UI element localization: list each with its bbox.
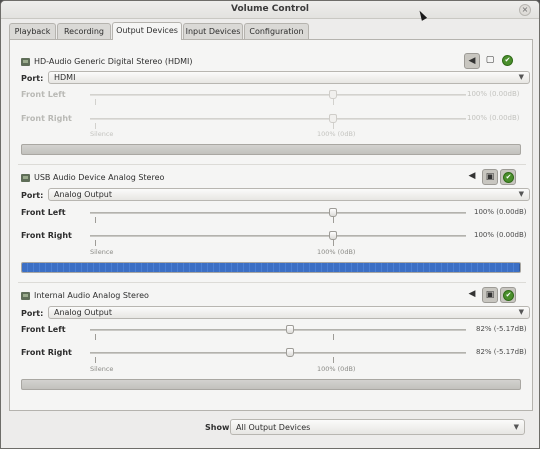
check-icon: ✔ [503,290,514,301]
audio-card-icon [21,174,30,182]
channel-value-front-right: 100% (0.00dB) [474,231,527,239]
device-divider [18,282,526,283]
channel-value-front-left: 82% (-5.17dB) [476,325,527,333]
device-name: HD-Audio Generic Digital Stereo (HDMI) [34,57,193,66]
check-icon: ✔ [502,55,513,66]
chevron-down-icon: ▼ [513,423,519,431]
mark-silence: Silence [90,365,114,373]
mark-normal: 100% (0dB) [317,130,356,138]
peak-meter [21,262,521,273]
lock-channels-button[interactable]: ▣ [482,169,498,185]
volume-slider-front-right[interactable] [90,118,466,120]
audio-card-icon [21,58,30,66]
set-default-button[interactable]: ✔ [500,53,516,69]
port-label: Port: [21,74,44,83]
check-icon: ✔ [503,172,514,183]
volume-slider-front-left[interactable] [90,212,466,214]
volume-slider-front-right[interactable] [90,352,466,354]
show-filter-select[interactable]: All Output Devices ▼ [230,419,525,435]
channel-label-front-right: Front Right [21,348,72,357]
channel-label-front-right: Front Right [21,231,72,240]
tab-input-devices[interactable]: Input Devices [183,23,243,39]
port-select-value: Analog Output [54,190,112,199]
window-title: Volume Control [231,4,309,14]
peak-meter [21,379,521,390]
slider-thumb[interactable] [286,348,295,357]
mute-button[interactable]: ◀ [464,287,480,303]
tick-silence [95,123,96,129]
mark-normal: 100% (0dB) [317,248,356,256]
tick-silence [95,240,96,246]
slider-thumb[interactable] [329,90,337,99]
chevron-down-icon: ▼ [518,73,524,81]
close-button[interactable]: × [519,4,531,16]
port-select-value: Analog Output [54,308,112,317]
channel-label-front-left: Front Left [21,208,66,217]
tab-recording[interactable]: Recording [57,23,111,39]
channel-value-front-right: 100% (0.00dB) [467,114,520,122]
slider-thumb[interactable] [286,325,295,334]
mark-silence: Silence [90,248,114,256]
tick-normal [333,357,334,363]
port-select[interactable]: Analog Output ▼ [48,188,530,201]
channel-label-front-right: Front Right [21,114,72,123]
mark-silence: Silence [90,130,114,138]
mark-normal: 100% (0dB) [317,365,356,373]
device-name: USB Audio Device Analog Stereo [34,173,165,182]
chevron-down-icon: ▼ [518,190,524,198]
output-devices-panel: HD-Audio Generic Digital Stereo (HDMI) ◀… [9,39,533,411]
show-filter-value: All Output Devices [236,423,311,432]
device-divider [18,164,526,165]
chevron-down-icon: ▼ [518,308,524,316]
device-name: Internal Audio Analog Stereo [34,291,149,300]
tick-silence [95,217,96,223]
tab-playback[interactable]: Playback [9,23,56,39]
lock-channels-button[interactable]: ▢ [482,53,498,69]
lock-icon: ▣ [485,172,495,182]
slider-thumb[interactable] [329,114,337,123]
speaker-icon: ◀ [468,289,476,299]
tick-normal [333,123,334,129]
channel-value-front-left: 100% (0.00dB) [467,90,520,98]
mute-button[interactable]: ◀ [464,169,480,185]
peak-meter-fill [22,263,520,272]
tick-normal [333,99,334,105]
title-bar: Volume Control × [1,1,539,19]
slider-thumb[interactable] [329,231,337,240]
volume-slider-front-left[interactable] [90,94,466,96]
tick-silence [95,99,96,105]
port-label: Port: [21,191,44,200]
tick-normal [333,217,334,223]
channel-label-front-left: Front Left [21,325,66,334]
set-default-button[interactable]: ✔ [500,169,516,185]
audio-card-icon [21,292,30,300]
lock-icon: ▣ [485,290,495,300]
mute-button[interactable]: ◀ [464,53,480,69]
tick-normal [333,240,334,246]
volume-control-window: Volume Control × Playback Recording Outp… [0,0,540,449]
peak-meter [21,144,521,155]
port-select[interactable]: HDMI ▼ [48,71,530,84]
volume-slider-front-left[interactable] [90,329,466,331]
tick-silence [95,334,96,340]
lock-icon: ▢ [485,55,495,65]
speaker-icon: ◀ [468,171,476,181]
slider-thumb[interactable] [329,208,337,217]
show-label: Show: [205,423,233,432]
port-select[interactable]: Analog Output ▼ [48,306,530,319]
tick-normal [333,334,334,340]
volume-slider-front-right[interactable] [90,235,466,237]
channel-label-front-left: Front Left [21,90,66,99]
tab-configuration[interactable]: Configuration [244,23,309,39]
channel-value-front-left: 100% (0.00dB) [474,208,527,216]
set-default-button[interactable]: ✔ [500,287,516,303]
channel-value-front-right: 82% (-5.17dB) [476,348,527,356]
port-label: Port: [21,309,44,318]
tab-output-devices[interactable]: Output Devices [112,22,182,40]
lock-channels-button[interactable]: ▣ [482,287,498,303]
speaker-icon: ◀ [468,56,476,66]
tick-silence [95,357,96,363]
port-select-value: HDMI [54,73,76,82]
